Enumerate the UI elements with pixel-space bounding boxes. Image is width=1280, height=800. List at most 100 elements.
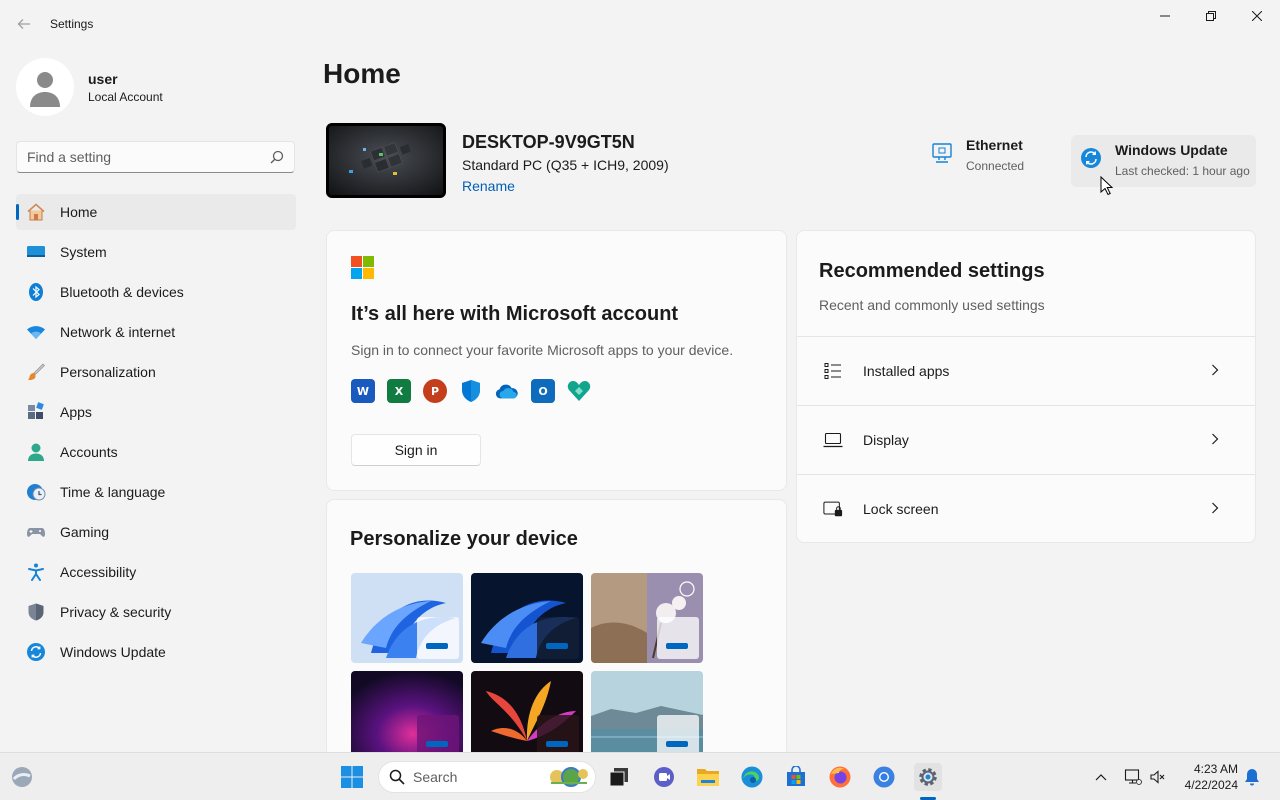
sidebar-item-system[interactable]: System	[16, 234, 296, 270]
sidebar-item-time-language[interactable]: Time & language	[16, 474, 296, 510]
sidebar-item-gaming[interactable]: Gaming	[16, 514, 296, 550]
bluetooth-icon	[26, 282, 46, 302]
theme-captured-motion[interactable]	[351, 671, 463, 758]
widgets-button[interactable]	[10, 765, 34, 789]
family-icon	[567, 379, 591, 403]
sidebar-item-bluetooth[interactable]: Bluetooth & devices	[16, 274, 296, 310]
sign-in-button[interactable]: Sign in	[351, 434, 481, 466]
microsoft-account-card: It’s all here with Microsoft account Sig…	[326, 230, 787, 491]
notifications-button[interactable]	[1242, 767, 1262, 787]
theme-windows-dark[interactable]	[471, 573, 583, 663]
firefox-button[interactable]	[826, 763, 854, 791]
sidebar-item-accounts[interactable]: Accounts	[16, 434, 296, 470]
sidebar-item-label: Windows Update	[60, 644, 166, 660]
back-arrow-icon	[17, 19, 30, 29]
word-icon: W	[351, 379, 375, 403]
brush-icon	[26, 362, 46, 382]
update-subtitle: Last checked: 1 hour ago	[1115, 164, 1250, 178]
personalize-card: Personalize your device	[326, 499, 787, 759]
device-thumbnail	[326, 123, 446, 198]
laptop-icon	[823, 430, 843, 450]
sidebar-item-label: Gaming	[60, 524, 110, 540]
device-model: Standard PC (Q35 + ICH9, 2009)	[462, 157, 669, 173]
search-input[interactable]	[17, 142, 257, 172]
system-icon	[26, 242, 46, 262]
file-explorer-icon	[697, 769, 719, 786]
store-icon	[787, 766, 805, 786]
chrome-icon	[873, 766, 895, 788]
sidebar-item-label: Personalization	[60, 364, 156, 380]
onedrive-icon	[495, 379, 519, 403]
chrome-button[interactable]	[870, 763, 898, 791]
widgets-icon	[12, 767, 32, 787]
ethernet-status[interactable]: Ethernet Connected	[922, 137, 1062, 187]
sidebar-item-home[interactable]: Home	[16, 194, 296, 230]
rename-link[interactable]: Rename	[462, 178, 515, 194]
minimize-icon	[1160, 15, 1170, 17]
profile[interactable]: user Local Account	[16, 58, 163, 116]
taskbar-search[interactable]: Search	[378, 761, 596, 793]
teams-button[interactable]	[650, 763, 678, 791]
settings-button[interactable]	[914, 763, 942, 791]
chevron-up-icon	[1095, 774, 1107, 781]
sidebar-item-privacy[interactable]: Privacy & security	[16, 594, 296, 630]
recommended-item-lock-screen[interactable]: Lock screen	[797, 474, 1255, 542]
network-tray-button[interactable]	[1123, 767, 1143, 787]
theme-windows-light[interactable]	[351, 573, 463, 663]
sidebar-item-label: Time & language	[60, 484, 166, 500]
back-button[interactable]	[10, 10, 38, 38]
avatar	[16, 58, 74, 116]
speaker-muted-icon	[1150, 770, 1165, 784]
windows-update-status[interactable]: Windows Update Last checked: 1 hour ago	[1071, 135, 1256, 187]
maximize-button[interactable]	[1188, 0, 1234, 32]
minimize-button[interactable]	[1142, 0, 1188, 32]
ethernet-subtitle: Connected	[966, 159, 1025, 173]
chevron-right-icon	[1211, 432, 1227, 448]
search-highlight-icon	[550, 767, 588, 787]
clock[interactable]: 4:23 AM 4/22/2024	[1172, 761, 1238, 793]
close-icon	[1252, 11, 1262, 21]
theme-sunrise[interactable]	[591, 671, 703, 758]
close-button[interactable]	[1234, 0, 1280, 32]
sidebar-item-network[interactable]: Network & internet	[16, 314, 296, 350]
file-explorer-button[interactable]	[694, 763, 722, 791]
sidebar-nav: Home System Bluetooth & devices Network …	[16, 194, 296, 674]
user-silhouette-icon	[30, 72, 60, 107]
sidebar-item-accessibility[interactable]: Accessibility	[16, 554, 296, 590]
outlook-icon: O	[531, 379, 555, 403]
volume-tray-button[interactable]	[1148, 767, 1168, 787]
shield-icon	[26, 602, 46, 622]
windows-logo-icon	[341, 766, 363, 788]
theme-glow[interactable]	[591, 573, 703, 663]
bell-icon	[1245, 769, 1259, 786]
edge-button[interactable]	[738, 763, 766, 791]
sidebar-item-label: Privacy & security	[60, 604, 172, 620]
powerpoint-icon: P	[423, 379, 447, 403]
maximize-icon	[1206, 11, 1216, 21]
search-icon[interactable]	[270, 150, 284, 164]
ms-app-icons: W X P O	[351, 379, 603, 403]
clock-time: 4:23 AM	[1193, 762, 1238, 776]
apps-icon	[26, 402, 46, 422]
start-button[interactable]	[340, 765, 364, 789]
sidebar-item-personalization[interactable]: Personalization	[16, 354, 296, 390]
task-view-button[interactable]	[605, 763, 633, 791]
recommended-item-installed-apps[interactable]: Installed apps	[797, 336, 1255, 404]
sidebar-item-apps[interactable]: Apps	[16, 394, 296, 430]
recommended-settings-card: Recommended settings Recent and commonly…	[796, 230, 1256, 543]
lock-screen-icon	[823, 499, 843, 519]
sidebar-item-label: Apps	[60, 404, 92, 420]
store-button[interactable]	[782, 763, 810, 791]
theme-flow[interactable]	[471, 671, 583, 758]
wallpaper-thumbnail-image	[329, 126, 443, 195]
show-hidden-icons-button[interactable]	[1091, 767, 1111, 787]
title-bar: Settings	[0, 0, 1280, 48]
recommended-item-label: Display	[863, 431, 909, 448]
teams-icon	[654, 767, 674, 787]
recommended-item-display[interactable]: Display	[797, 405, 1255, 473]
home-icon	[26, 202, 46, 222]
update-icon	[26, 642, 46, 662]
sidebar-item-label: Accounts	[60, 444, 118, 460]
page-title: Home	[323, 58, 401, 89]
sidebar-item-windows-update[interactable]: Windows Update	[16, 634, 296, 670]
